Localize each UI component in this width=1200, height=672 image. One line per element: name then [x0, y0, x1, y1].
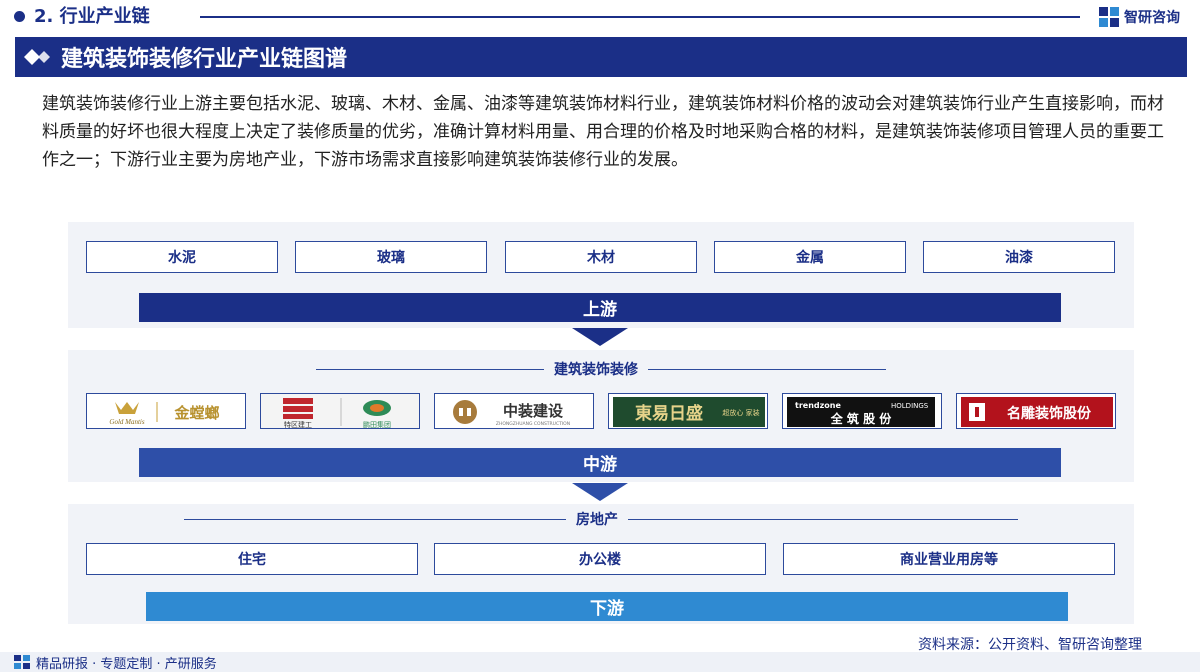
- upstream-item-wood: 木材: [505, 241, 697, 273]
- quanzhu-name: 全 筑 股 份: [830, 411, 893, 426]
- zhongzhuang-en: ZHONGZHUANG CONSTRUCTION: [496, 421, 570, 427]
- brand-name: 智研咨询: [1124, 10, 1180, 26]
- section-header: 2. 行业产业链 智研咨询: [0, 0, 1200, 34]
- footer-tagline: 精品研报 · 专题定制 · 产研服务: [36, 657, 217, 672]
- header-divider: [200, 16, 1080, 18]
- downstream-item-commercial: 商业营业用房等: [783, 543, 1115, 575]
- page-title: 建筑装饰装修行业产业链图谱: [61, 47, 348, 72]
- brand-mark-icon: [1099, 7, 1119, 27]
- upstream-item-metal: 金属: [714, 241, 906, 273]
- company-logo-quanzhu: trendzone HOLDINGS 全 筑 股 份: [782, 393, 942, 429]
- page-title-banner: 建筑装饰装修行业产业链图谱: [15, 37, 1187, 77]
- dongyi-tag: 超放心 家装: [722, 408, 759, 417]
- downstream-label-bar: 下游: [146, 592, 1068, 621]
- brand-mark-icon: [14, 655, 30, 669]
- downstream-item-residential: 住宅: [86, 543, 418, 575]
- down-arrow-icon: [572, 328, 628, 346]
- upstream-item-cement: 水泥: [86, 241, 278, 273]
- company-logo-zhongzhuang: 中装建设 ZHONGZHUANG CONSTRUCTION: [434, 393, 594, 429]
- section-title: 2. 行业产业链: [34, 6, 150, 27]
- upstream-item-glass: 玻璃: [295, 241, 487, 273]
- upstream-label-bar: 上游: [139, 293, 1061, 322]
- source-note: 资料来源：公开资料、智研咨询整理: [918, 637, 1142, 653]
- gold-mantis-name: 金螳螂: [173, 404, 219, 422]
- footer-bar: 精品研报 · 专题定制 · 产研服务: [0, 652, 1200, 672]
- dongyi-name: 東易日盛: [635, 403, 703, 424]
- upstream-item-paint: 油漆: [923, 241, 1115, 273]
- gold-mantis-en: Gold Mantis: [109, 418, 144, 426]
- downstream-item-office: 办公楼: [434, 543, 766, 575]
- midstream-title: 建筑装饰装修: [544, 359, 648, 379]
- trendzone-brand: trendzone: [795, 401, 841, 410]
- company-logo-dongyi-risheng: 東易日盛 超放心 家装: [608, 393, 768, 429]
- company-logo-mingdiao: 名雕装饰股份: [956, 393, 1116, 429]
- tequ-name: 特区建工: [284, 420, 312, 429]
- down-arrow-icon: [572, 483, 628, 501]
- mingdiao-name: 名雕装饰股份: [1007, 405, 1092, 422]
- midstream-label-bar: 中游: [139, 448, 1061, 477]
- pengtian-name: 鹏田集团: [363, 420, 391, 429]
- company-logo-tequ-pengtian: 特区建工 鹏田集团: [260, 393, 420, 429]
- bullet-dot-icon: [14, 11, 25, 22]
- diamond-icon: [19, 37, 59, 77]
- zhongzhuang-name: 中装建设: [503, 402, 563, 420]
- brand-logo: 智研咨询: [1098, 6, 1180, 28]
- intro-paragraph: 建筑装饰装修行业上游主要包括水泥、玻璃、木材、金属、油漆等建筑装饰材料行业，建筑…: [42, 94, 1164, 170]
- trendzone-holdings: HOLDINGS: [891, 402, 929, 410]
- company-logo-gold-mantis: Gold Mantis 金螳螂: [86, 393, 246, 429]
- downstream-title: 房地产: [566, 509, 628, 529]
